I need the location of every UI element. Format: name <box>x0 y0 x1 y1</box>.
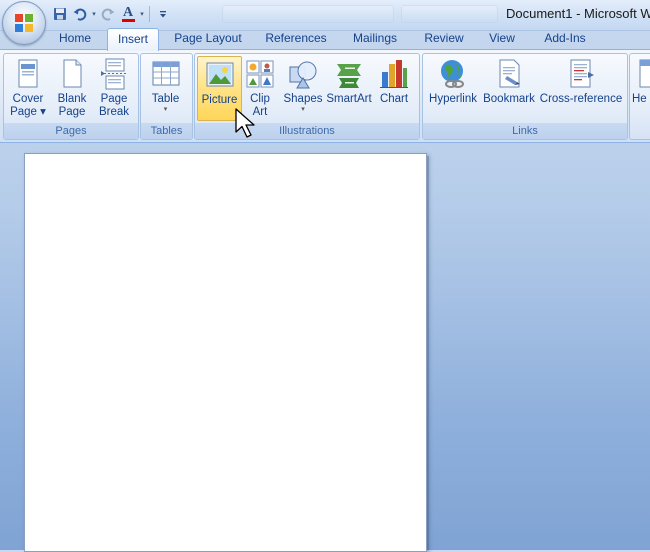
tab-add-ins[interactable]: Add-Ins <box>535 28 595 49</box>
group-links: Hyperlink Bookmark Cross-reference Links <box>422 53 628 140</box>
title-bar: ▾ A ▾ Document1 - Microsoft Wo <box>0 0 650 31</box>
window-title: Document1 - Microsoft Wo <box>506 6 650 21</box>
cover-page-label-2: Page ▾ <box>10 106 46 118</box>
blank-page-label-1: Blank <box>57 93 87 105</box>
page-break-label-1: Page <box>100 93 128 105</box>
document-page[interactable] <box>24 153 427 552</box>
smartart-icon <box>333 58 365 90</box>
header-button[interactable]: He <box>632 56 650 119</box>
cross-reference-icon <box>565 58 597 90</box>
customize-qat-icon[interactable] <box>153 4 173 24</box>
taskbar-ghost-tabs <box>196 5 498 23</box>
chart-label: Chart <box>379 93 409 105</box>
table-icon <box>150 58 182 90</box>
ribbon: Cover Page ▾ Blank Page Page Break Pages… <box>0 49 650 143</box>
picture-label: Picture <box>201 94 238 106</box>
bookmark-button[interactable]: Bookmark <box>481 56 537 119</box>
font-color-icon[interactable]: A <box>118 4 138 24</box>
cover-page-label-1: Cover <box>12 93 44 105</box>
blank-page-icon <box>56 58 88 90</box>
ribbon-tab-row: Home Insert Page Layout References Maili… <box>0 28 650 51</box>
blank-page-button[interactable]: Blank Page <box>50 56 94 119</box>
shapes-label: Shapes <box>283 93 323 105</box>
header-label: He <box>632 93 647 105</box>
table-dropdown-arrow: ▾ <box>163 106 168 113</box>
clip-art-icon <box>244 58 276 90</box>
cover-page-icon <box>12 58 44 90</box>
bookmark-label: Bookmark <box>483 93 535 105</box>
smartart-label: SmartArt <box>326 93 372 105</box>
group-pages: Cover Page ▾ Blank Page Page Break Pages <box>3 53 139 140</box>
font-color-letter: A <box>122 5 134 20</box>
redo-icon[interactable] <box>98 4 118 24</box>
undo-icon[interactable] <box>70 4 90 24</box>
save-icon[interactable] <box>50 4 70 24</box>
hyperlink-button[interactable]: Hyperlink <box>425 56 481 119</box>
page-break-label-2: Break <box>98 106 130 118</box>
chart-button[interactable]: Chart <box>373 56 415 119</box>
shapes-icon <box>287 58 319 90</box>
undo-dropdown-icon[interactable]: ▾ <box>90 10 98 18</box>
tab-home[interactable]: Home <box>50 28 100 49</box>
table-label: Table <box>151 93 180 105</box>
tab-page-layout[interactable]: Page Layout <box>168 28 248 49</box>
tab-references[interactable]: References <box>257 28 335 49</box>
font-color-swatch <box>121 19 135 22</box>
clip-art-label-1: Clip <box>250 93 270 105</box>
group-label-links: Links <box>423 123 627 139</box>
mouse-pointer-icon <box>235 108 255 138</box>
tab-view[interactable]: View <box>480 28 524 49</box>
tab-insert[interactable]: Insert <box>107 28 159 51</box>
hyperlink-icon <box>437 58 469 90</box>
page-break-button[interactable]: Page Break <box>92 56 136 119</box>
group-label-illustrations: Illustrations <box>195 123 419 139</box>
shapes-button[interactable]: Shapes ▾ <box>281 56 325 119</box>
blank-page-label-2: Page <box>58 106 86 118</box>
group-label-pages: Pages <box>4 123 138 139</box>
office-button[interactable] <box>2 1 46 45</box>
cross-reference-button[interactable]: Cross-reference <box>537 56 625 119</box>
group-label-tables: Tables <box>141 123 192 139</box>
smartart-button[interactable]: SmartArt <box>325 56 373 119</box>
office-logo-icon <box>15 14 33 32</box>
cross-reference-label: Cross-reference <box>539 93 623 105</box>
header-icon <box>634 58 650 90</box>
font-color-dropdown-icon[interactable]: ▾ <box>138 10 146 18</box>
group-illustrations: Picture Clip Art Shapes ▾ SmartArt Chart… <box>194 53 420 140</box>
group-tables: Table ▾ Tables <box>140 53 193 140</box>
quick-access-toolbar: ▾ A ▾ <box>44 3 173 25</box>
chart-icon <box>378 58 410 90</box>
tab-review[interactable]: Review <box>417 28 471 49</box>
page-break-icon <box>98 58 130 90</box>
hyperlink-label: Hyperlink <box>429 93 477 105</box>
bookmark-icon <box>493 58 525 90</box>
tab-mailings[interactable]: Mailings <box>343 28 407 49</box>
picture-icon <box>204 59 236 91</box>
qat-separator <box>149 6 150 22</box>
cover-page-button[interactable]: Cover Page ▾ <box>6 56 50 119</box>
group-header-footer: He <box>629 53 650 140</box>
table-button[interactable]: Table ▾ <box>143 56 188 119</box>
shapes-dropdown-arrow: ▾ <box>301 106 305 113</box>
